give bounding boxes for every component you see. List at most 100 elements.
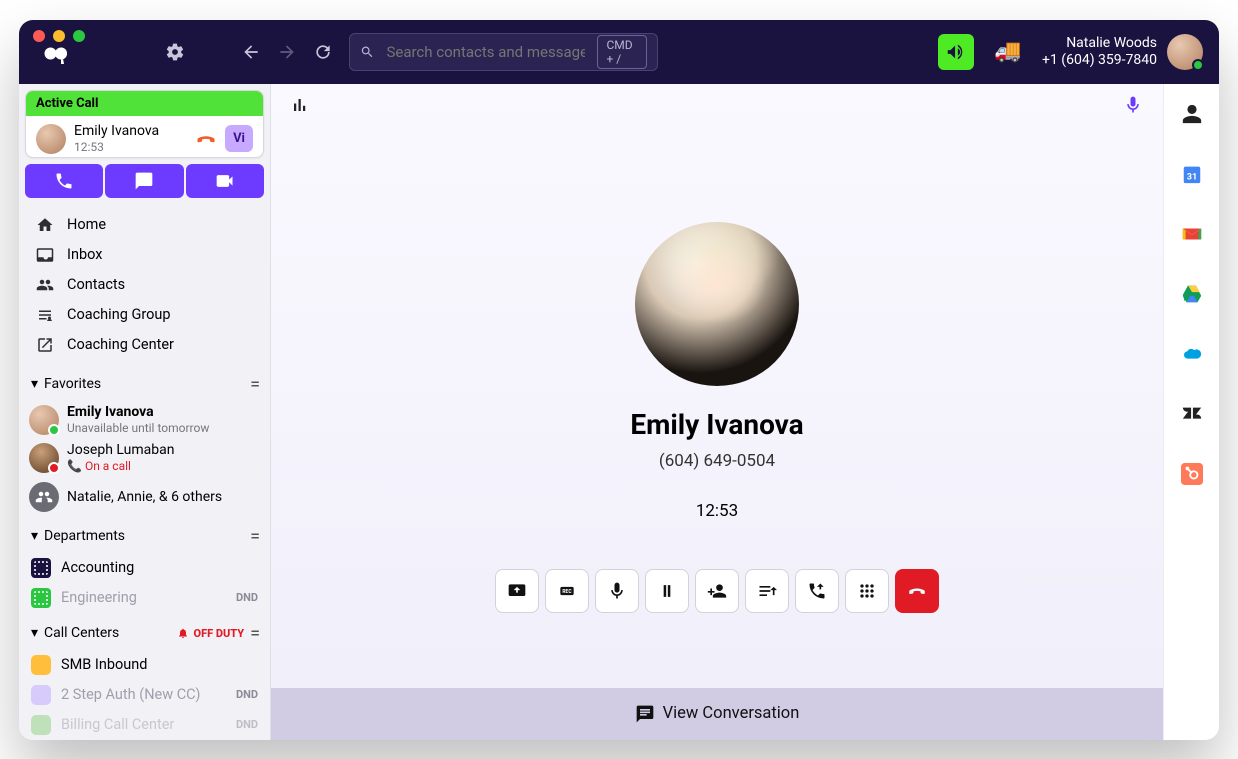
mute-button[interactable]: [595, 569, 639, 613]
search-shortcut: CMD + /: [597, 35, 647, 69]
profile-icon[interactable]: [1178, 100, 1206, 128]
user-avatar: [1167, 34, 1203, 70]
caret-down-icon: ▾: [31, 528, 38, 544]
add-participant-button[interactable]: [695, 569, 739, 613]
bell-off-icon: [177, 627, 189, 639]
hangup-mini-icon[interactable]: [195, 128, 217, 150]
favorite-avatar: [29, 443, 59, 473]
transfer-queue-button[interactable]: [745, 569, 789, 613]
section-favorites[interactable]: ▾ Favorites =: [19, 364, 270, 401]
drag-handle-icon[interactable]: =: [250, 526, 258, 547]
contacts-icon: [35, 275, 55, 295]
sidebar: Active Call Emily Ivanova 12:53 Vi: [19, 84, 271, 740]
search-icon: [360, 42, 374, 62]
hold-button[interactable]: [645, 569, 689, 613]
user-menu[interactable]: Natalie Woods +1 (604) 359-7840: [1042, 34, 1203, 70]
active-call-name: Emily Ivanova: [74, 124, 187, 138]
app-logo: [43, 46, 73, 66]
back-icon[interactable]: [241, 42, 261, 62]
view-conversation-button[interactable]: View Conversation: [271, 688, 1163, 740]
cc-color: [31, 715, 51, 735]
call-duration: 12:53: [696, 501, 738, 521]
drag-handle-icon[interactable]: =: [250, 623, 258, 644]
delivery-icon[interactable]: 🚚: [990, 34, 1026, 70]
salesforce-icon[interactable]: [1178, 340, 1206, 368]
phone-icon: 📞: [67, 459, 82, 473]
nav-home[interactable]: Home: [19, 210, 270, 240]
nav-contacts[interactable]: Contacts: [19, 270, 270, 300]
drive-icon[interactable]: [1178, 280, 1206, 308]
department-color: [31, 588, 51, 608]
close-window[interactable]: [33, 30, 45, 42]
off-duty-badge[interactable]: OFF DUTY: [177, 627, 244, 640]
department-item[interactable]: Engineering DND: [19, 583, 270, 613]
active-call-duration: 12:53: [74, 140, 187, 154]
presence-indicator: [1192, 59, 1204, 71]
transfer-button[interactable]: [795, 569, 839, 613]
department-color: [31, 558, 51, 578]
svg-text:31: 31: [1186, 172, 1197, 182]
coaching-group-icon: [35, 305, 55, 325]
department-item[interactable]: Accounting: [19, 553, 270, 583]
maximize-window[interactable]: [73, 30, 85, 42]
minimize-window[interactable]: [53, 30, 65, 42]
caret-down-icon: ▾: [31, 376, 38, 392]
app-body: Active Call Emily Ivanova 12:53 Vi: [19, 84, 1219, 740]
search-bar[interactable]: CMD + /: [349, 33, 658, 71]
caret-down-icon: ▾: [31, 625, 38, 641]
section-call-centers[interactable]: ▾ Call Centers OFF DUTY =: [19, 613, 270, 650]
call-center-item[interactable]: SMB Inbound: [19, 650, 270, 680]
call-actions: REC: [495, 569, 939, 613]
nav-inbox[interactable]: Inbox: [19, 240, 270, 270]
stats-icon[interactable]: [291, 96, 309, 118]
contact-avatar: [635, 222, 799, 386]
sidebar-nav: Home Inbox Contacts Coaching Group Coach…: [19, 206, 270, 364]
home-icon: [35, 215, 55, 235]
contact-name: Emily Ivanova: [630, 408, 803, 441]
section-departments[interactable]: ▾ Departments =: [19, 516, 270, 553]
user-phone: +1 (604) 359-7840: [1042, 52, 1157, 69]
forward-icon[interactable]: [277, 42, 297, 62]
screenshare-button[interactable]: [495, 569, 539, 613]
main-call-view: Emily Ivanova (604) 649-0504 12:53 REC: [271, 84, 1163, 740]
group-icon: [29, 482, 59, 512]
active-call-header: Active Call: [26, 91, 263, 116]
inbox-icon: [35, 245, 55, 265]
nav-coaching-center[interactable]: Coaching Center: [19, 330, 270, 360]
topbar: CMD + / 🚚 Natalie Woods +1 (604) 359-784…: [19, 20, 1219, 84]
chat-icon: [635, 704, 655, 724]
coaching-center-icon: [35, 335, 55, 355]
tab-call[interactable]: [25, 164, 103, 198]
sidebar-tabs: [19, 164, 270, 206]
call-center-item[interactable]: Billing Call Center DND: [19, 710, 270, 740]
refresh-icon[interactable]: [313, 42, 333, 62]
dialpad-button[interactable]: [845, 569, 889, 613]
app-window: CMD + / 🚚 Natalie Woods +1 (604) 359-784…: [19, 20, 1219, 740]
settings-icon[interactable]: [165, 42, 185, 62]
nav-coaching-group[interactable]: Coaching Group: [19, 300, 270, 330]
cc-color: [31, 655, 51, 675]
gmail-icon[interactable]: [1178, 220, 1206, 248]
favorite-group-item[interactable]: Natalie, Annie, & 6 others: [19, 478, 270, 516]
presence-indicator: [48, 462, 60, 474]
favorite-item[interactable]: Joseph Lumaban 📞 On a call: [19, 439, 270, 477]
announcement-button[interactable]: [938, 34, 974, 70]
call-profile: Emily Ivanova (604) 649-0504 12:53 REC: [271, 120, 1163, 688]
calendar-icon[interactable]: 31: [1178, 160, 1206, 188]
hubspot-icon[interactable]: [1178, 460, 1206, 488]
zendesk-icon[interactable]: [1178, 400, 1206, 428]
vi-badge[interactable]: Vi: [225, 125, 253, 152]
record-button[interactable]: REC: [545, 569, 589, 613]
call-center-item[interactable]: 2 Step Auth (New CC) DND: [19, 680, 270, 710]
hangup-button[interactable]: [895, 569, 939, 613]
favorite-avatar: [29, 405, 59, 435]
tab-message[interactable]: [105, 164, 183, 198]
presence-indicator: [48, 424, 60, 436]
contact-phone: (604) 649-0504: [659, 451, 775, 471]
favorite-item[interactable]: Emily Ivanova Unavailable until tomorrow: [19, 401, 270, 439]
tab-video[interactable]: [186, 164, 264, 198]
drag-handle-icon[interactable]: =: [250, 374, 258, 395]
search-input[interactable]: [384, 42, 587, 62]
mic-ai-icon[interactable]: [1123, 95, 1143, 119]
active-call-card[interactable]: Active Call Emily Ivanova 12:53 Vi: [25, 90, 264, 158]
